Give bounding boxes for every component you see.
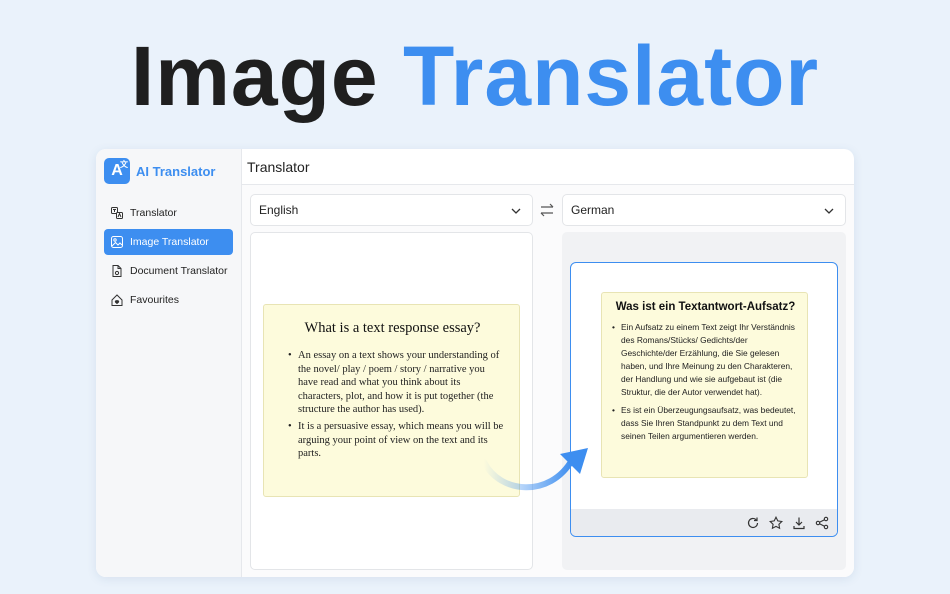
app-logo-icon: A文 (104, 158, 130, 184)
app-window: A文 AI Translator Translator Image Transl… (96, 149, 854, 577)
target-language-select[interactable]: German (562, 194, 846, 226)
sidebar-item-label: Translator (130, 207, 177, 219)
page-title: Translator (247, 158, 310, 175)
translate-arrow-icon (481, 448, 588, 491)
hero-title: Image Translator (0, 28, 950, 124)
image-translate-icon (111, 236, 123, 248)
translated-image-title: Was ist ein Textantwort-Aufsatz? (615, 301, 796, 313)
sidebar-item-label: Favourites (130, 294, 180, 306)
share-icon[interactable] (815, 516, 829, 530)
source-image-title: What is a text response essay? (304, 320, 481, 336)
hero-word-translator: Translator (402, 29, 820, 123)
sidebar-item-document-translator[interactable]: Document Translator (104, 258, 233, 284)
result-card: Was ist ein Textantwort-Aufsatz? Ein Auf… (570, 262, 838, 537)
target-language-value: German (571, 203, 615, 217)
swap-languages-icon[interactable] (539, 202, 555, 218)
translated-bullet: Es ist ein Überzeugungsaufsatz, was bede… (612, 404, 799, 443)
source-bullet: An essay on a text shows your understand… (288, 349, 505, 417)
source-bullet: It is a persuasive essay, which means yo… (288, 420, 505, 461)
sidebar-item-favourites[interactable]: Favourites (104, 287, 233, 313)
favourite-icon (111, 294, 123, 306)
translator-workspace: English German What is a text response e… (242, 185, 854, 577)
sidebar-item-image-translator[interactable]: Image Translator (104, 229, 233, 255)
download-icon[interactable] (792, 516, 806, 530)
document-icon (111, 265, 123, 277)
source-language-select[interactable]: English (250, 194, 533, 226)
sidebar-nav: Translator Image Translator Document Tra… (104, 200, 233, 316)
chevron-down-icon (824, 208, 834, 214)
translated-bullet: Ein Aufsatz zu einem Text zeigt Ihr Vers… (612, 321, 799, 400)
result-actions (571, 509, 837, 536)
source-image-panel[interactable]: What is a text response essay? An essay … (250, 232, 533, 570)
header: Translator (242, 149, 854, 185)
sidebar-item-translator[interactable]: Translator (104, 200, 233, 226)
source-language-value: English (259, 203, 299, 217)
brand: A文 AI Translator (104, 157, 215, 185)
hero-word-image: Image (130, 29, 379, 123)
chevron-down-icon (511, 208, 521, 214)
translated-image-panel: Was ist ein Textantwort-Aufsatz? Ein Auf… (562, 232, 846, 570)
translated-image: Was ist ein Textantwort-Aufsatz? Ein Auf… (601, 292, 808, 478)
brand-name: AI Translator (136, 163, 216, 179)
refresh-icon[interactable] (746, 516, 760, 530)
sidebar-item-label: Image Translator (130, 236, 209, 248)
star-icon[interactable] (769, 515, 783, 530)
sidebar: A文 AI Translator Translator Image Transl… (96, 149, 242, 577)
sidebar-item-label: Document Translator (130, 265, 228, 277)
translate-icon (111, 207, 123, 219)
